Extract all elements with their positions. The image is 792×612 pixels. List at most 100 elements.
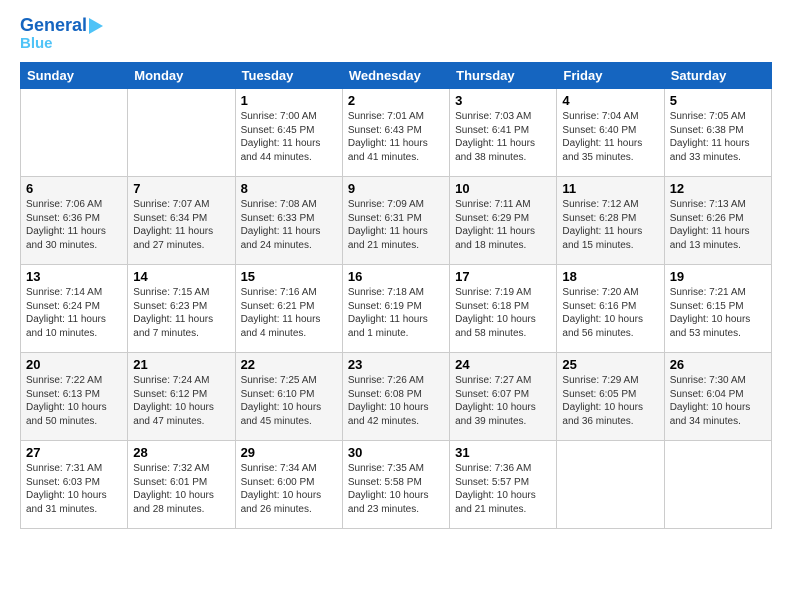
week-row-1: 6 Sunrise: 7:06 AM Sunset: 6:36 PM Daylig… (21, 177, 772, 265)
day-number: 25 (562, 357, 658, 372)
logo: General Blue (20, 16, 103, 52)
day-number: 21 (133, 357, 229, 372)
calendar-cell: 13 Sunrise: 7:14 AM Sunset: 6:24 PM Dayli… (21, 265, 128, 353)
calendar-cell: 8 Sunrise: 7:08 AM Sunset: 6:33 PM Daylig… (235, 177, 342, 265)
calendar-cell: 3 Sunrise: 7:03 AM Sunset: 6:41 PM Daylig… (450, 89, 557, 177)
calendar-cell: 14 Sunrise: 7:15 AM Sunset: 6:23 PM Dayli… (128, 265, 235, 353)
calendar-cell: 19Sunrise: 7:21 AM Sunset: 6:15 PM Dayli… (664, 265, 771, 353)
day-info: Sunrise: 7:24 AM Sunset: 6:12 PM Dayligh… (133, 374, 229, 428)
calendar-cell: 16 Sunrise: 7:18 AM Sunset: 6:19 PM Dayli… (342, 265, 449, 353)
day-number: 20 (26, 357, 122, 372)
day-number: 1 (241, 93, 337, 108)
day-header-friday: Friday (557, 63, 664, 89)
day-number: 5 (670, 93, 766, 108)
calendar-cell: 31Sunrise: 7:36 AM Sunset: 5:57 PM Dayli… (450, 441, 557, 529)
day-number: 8 (241, 181, 337, 196)
calendar-cell (557, 441, 664, 529)
calendar-cell: 28 Sunrise: 7:32 AM Sunset: 6:01 PM Dayli… (128, 441, 235, 529)
day-info: Sunrise: 7:14 AM Sunset: 6:24 PM Dayligh… (26, 286, 122, 340)
day-info: Sunrise: 7:08 AM Sunset: 6:33 PM Dayligh… (241, 198, 337, 252)
day-number: 11 (562, 181, 658, 196)
day-info: Sunrise: 7:05 AM Sunset: 6:38 PM Dayligh… (670, 110, 766, 164)
day-number: 15 (241, 269, 337, 284)
day-number: 31 (455, 445, 551, 460)
day-header-saturday: Saturday (664, 63, 771, 89)
day-info: Sunrise: 7:26 AM Sunset: 6:08 PM Dayligh… (348, 374, 444, 428)
header: General Blue (20, 16, 772, 52)
day-info: Sunrise: 7:32 AM Sunset: 6:01 PM Dayligh… (133, 462, 229, 516)
day-info: Sunrise: 7:00 AM Sunset: 6:45 PM Dayligh… (241, 110, 337, 164)
week-row-3: 20Sunrise: 7:22 AM Sunset: 6:13 PM Dayli… (21, 353, 772, 441)
calendar-cell: 2 Sunrise: 7:01 AM Sunset: 6:43 PM Daylig… (342, 89, 449, 177)
day-number: 7 (133, 181, 229, 196)
day-number: 28 (133, 445, 229, 460)
day-number: 12 (670, 181, 766, 196)
day-header-wednesday: Wednesday (342, 63, 449, 89)
day-header-thursday: Thursday (450, 63, 557, 89)
calendar-cell (21, 89, 128, 177)
day-number: 27 (26, 445, 122, 460)
calendar-header-row: SundayMondayTuesdayWednesdayThursdayFrid… (21, 63, 772, 89)
day-info: Sunrise: 7:03 AM Sunset: 6:41 PM Dayligh… (455, 110, 551, 164)
day-info: Sunrise: 7:01 AM Sunset: 6:43 PM Dayligh… (348, 110, 444, 164)
calendar: SundayMondayTuesdayWednesdayThursdayFrid… (20, 62, 772, 529)
day-header-monday: Monday (128, 63, 235, 89)
day-info: Sunrise: 7:27 AM Sunset: 6:07 PM Dayligh… (455, 374, 551, 428)
day-info: Sunrise: 7:31 AM Sunset: 6:03 PM Dayligh… (26, 462, 122, 516)
calendar-cell: 29 Sunrise: 7:34 AM Sunset: 6:00 PM Dayli… (235, 441, 342, 529)
calendar-cell: 12Sunrise: 7:13 AM Sunset: 6:26 PM Dayli… (664, 177, 771, 265)
day-header-sunday: Sunday (21, 63, 128, 89)
day-number: 16 (348, 269, 444, 284)
day-number: 29 (241, 445, 337, 460)
calendar-cell: 24 Sunrise: 7:27 AM Sunset: 6:07 PM Dayli… (450, 353, 557, 441)
logo-text-general: General (20, 16, 87, 36)
calendar-cell: 21 Sunrise: 7:24 AM Sunset: 6:12 PM Dayli… (128, 353, 235, 441)
calendar-cell: 6 Sunrise: 7:06 AM Sunset: 6:36 PM Daylig… (21, 177, 128, 265)
week-row-0: 1 Sunrise: 7:00 AM Sunset: 6:45 PM Daylig… (21, 89, 772, 177)
calendar-cell: 4Sunrise: 7:04 AM Sunset: 6:40 PM Daylig… (557, 89, 664, 177)
day-info: Sunrise: 7:21 AM Sunset: 6:15 PM Dayligh… (670, 286, 766, 340)
day-info: Sunrise: 7:20 AM Sunset: 6:16 PM Dayligh… (562, 286, 658, 340)
day-number: 18 (562, 269, 658, 284)
day-info: Sunrise: 7:30 AM Sunset: 6:04 PM Dayligh… (670, 374, 766, 428)
calendar-cell (664, 441, 771, 529)
calendar-cell: 22Sunrise: 7:25 AM Sunset: 6:10 PM Dayli… (235, 353, 342, 441)
day-info: Sunrise: 7:12 AM Sunset: 6:28 PM Dayligh… (562, 198, 658, 252)
day-number: 13 (26, 269, 122, 284)
day-number: 2 (348, 93, 444, 108)
day-number: 24 (455, 357, 551, 372)
day-info: Sunrise: 7:34 AM Sunset: 6:00 PM Dayligh… (241, 462, 337, 516)
day-info: Sunrise: 7:16 AM Sunset: 6:21 PM Dayligh… (241, 286, 337, 340)
day-info: Sunrise: 7:09 AM Sunset: 6:31 PM Dayligh… (348, 198, 444, 252)
day-number: 9 (348, 181, 444, 196)
week-row-4: 27 Sunrise: 7:31 AM Sunset: 6:03 PM Dayli… (21, 441, 772, 529)
calendar-cell: 27 Sunrise: 7:31 AM Sunset: 6:03 PM Dayli… (21, 441, 128, 529)
calendar-cell: 1 Sunrise: 7:00 AM Sunset: 6:45 PM Daylig… (235, 89, 342, 177)
calendar-cell: 17Sunrise: 7:19 AM Sunset: 6:18 PM Dayli… (450, 265, 557, 353)
day-number: 22 (241, 357, 337, 372)
calendar-cell: 20Sunrise: 7:22 AM Sunset: 6:13 PM Dayli… (21, 353, 128, 441)
day-number: 23 (348, 357, 444, 372)
day-number: 3 (455, 93, 551, 108)
day-info: Sunrise: 7:11 AM Sunset: 6:29 PM Dayligh… (455, 198, 551, 252)
day-info: Sunrise: 7:07 AM Sunset: 6:34 PM Dayligh… (133, 198, 229, 252)
calendar-cell (128, 89, 235, 177)
day-info: Sunrise: 7:18 AM Sunset: 6:19 PM Dayligh… (348, 286, 444, 340)
calendar-cell: 25 Sunrise: 7:29 AM Sunset: 6:05 PM Dayli… (557, 353, 664, 441)
day-number: 10 (455, 181, 551, 196)
day-number: 6 (26, 181, 122, 196)
calendar-cell: 10 Sunrise: 7:11 AM Sunset: 6:29 PM Dayli… (450, 177, 557, 265)
day-info: Sunrise: 7:29 AM Sunset: 6:05 PM Dayligh… (562, 374, 658, 428)
logo-arrow-icon (89, 18, 103, 34)
calendar-cell: 9 Sunrise: 7:09 AM Sunset: 6:31 PM Daylig… (342, 177, 449, 265)
calendar-cell: 5 Sunrise: 7:05 AM Sunset: 6:38 PM Daylig… (664, 89, 771, 177)
calendar-cell: 30Sunrise: 7:35 AM Sunset: 5:58 PM Dayli… (342, 441, 449, 529)
calendar-cell: 11 Sunrise: 7:12 AM Sunset: 6:28 PM Dayli… (557, 177, 664, 265)
day-info: Sunrise: 7:06 AM Sunset: 6:36 PM Dayligh… (26, 198, 122, 252)
calendar-cell: 15 Sunrise: 7:16 AM Sunset: 6:21 PM Dayli… (235, 265, 342, 353)
day-info: Sunrise: 7:04 AM Sunset: 6:40 PM Dayligh… (562, 110, 658, 164)
logo-text-blue: Blue (20, 36, 53, 53)
day-info: Sunrise: 7:15 AM Sunset: 6:23 PM Dayligh… (133, 286, 229, 340)
day-number: 14 (133, 269, 229, 284)
day-header-tuesday: Tuesday (235, 63, 342, 89)
